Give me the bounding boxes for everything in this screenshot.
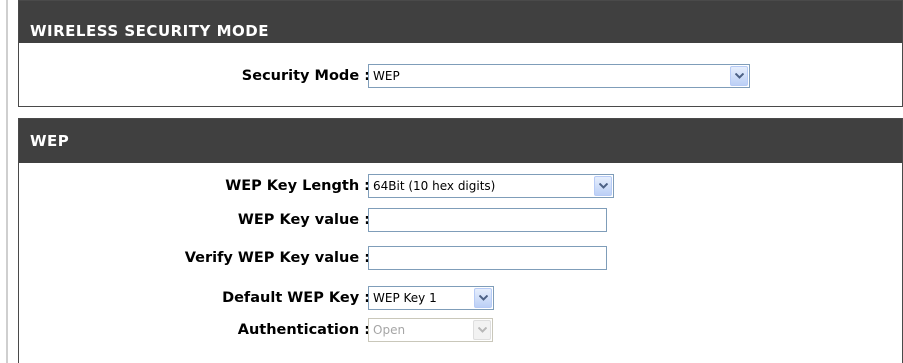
- wep-key-length-row: WEP Key Length : 64Bit (10 hex digits): [19, 174, 902, 198]
- wep-key-length-select[interactable]: 64Bit (10 hex digits): [368, 174, 614, 198]
- authentication-row: Authentication : Open: [19, 318, 902, 342]
- wireless-security-mode-section: WIRELESS SECURITY MODE Security Mode : W…: [18, 0, 903, 107]
- default-wep-key-dropdown-button[interactable]: [474, 288, 492, 308]
- default-wep-key-value: WEP Key 1: [373, 291, 437, 305]
- verify-wep-key-input[interactable]: [368, 246, 607, 270]
- section-header-wireless-security-mode: WIRELESS SECURITY MODE: [19, 1, 902, 43]
- chevron-down-icon: [735, 73, 744, 79]
- security-mode-dropdown-button[interactable]: [730, 66, 748, 86]
- chevron-down-icon: [478, 327, 487, 333]
- security-mode-row: Security Mode : WEP: [19, 64, 902, 88]
- wep-key-length-dropdown-button[interactable]: [594, 176, 612, 196]
- chevron-down-icon: [599, 183, 608, 189]
- verify-wep-key-label: Verify WEP Key value :: [184, 250, 370, 266]
- default-wep-key-select[interactable]: WEP Key 1: [368, 286, 494, 310]
- default-wep-key-label: Default WEP Key :: [222, 290, 370, 306]
- authentication-label: Authentication :: [237, 322, 370, 338]
- security-mode-label: Security Mode :: [241, 68, 370, 84]
- authentication-value: Open: [373, 323, 406, 337]
- wep-section: WEP WEP Key Length : 64Bit (10 hex digit…: [18, 118, 903, 363]
- wep-key-value-row: WEP Key Length : WEP Key value :: [19, 208, 902, 232]
- authentication-select[interactable]: Open: [368, 318, 493, 342]
- chevron-down-icon: [479, 295, 488, 301]
- verify-wep-key-row: Verify WEP Key value :: [19, 246, 902, 270]
- wep-key-length-value: 64Bit (10 hex digits): [373, 179, 496, 193]
- default-wep-key-row: Default WEP Key : WEP Key 1: [19, 286, 902, 310]
- section-header-wep: WEP: [19, 119, 902, 163]
- wep-key-length-label: WEP Key Length :: [225, 178, 370, 194]
- security-mode-value: WEP: [373, 69, 400, 83]
- wep-key-value-label-text: WEP Key value :: [237, 212, 370, 228]
- security-mode-select[interactable]: WEP: [368, 64, 750, 88]
- authentication-dropdown-button[interactable]: [473, 320, 491, 340]
- page-left-border: [6, 0, 8, 363]
- wep-key-value-input[interactable]: [368, 208, 607, 232]
